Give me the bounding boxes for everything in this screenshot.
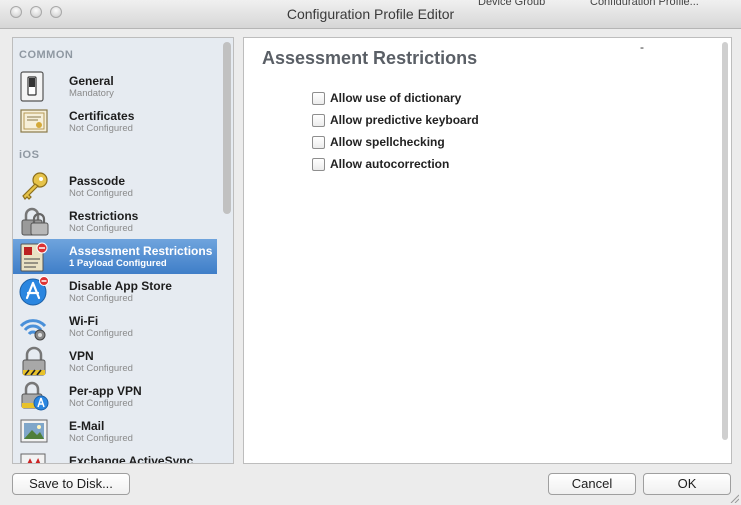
sidebar-item-disable-app-store[interactable]: Disable App Store Not Configured <box>13 274 217 309</box>
email-icon <box>20 419 48 443</box>
sidebar-item-label: Certificates <box>69 109 135 123</box>
cancel-button[interactable]: Cancel <box>548 473 636 495</box>
section-header-ios: iOS <box>19 149 40 161</box>
sidebar-item-label: Restrictions <box>69 209 139 223</box>
option-label[interactable]: Allow spellchecking <box>330 135 445 149</box>
sidebar-item-status: Not Configured <box>69 398 133 409</box>
sidebar-item-status: Not Configured <box>69 188 133 199</box>
sidebar-item-status: Not Configured <box>69 328 133 339</box>
wifi-icon <box>19 319 47 341</box>
padlock-icon <box>21 207 49 236</box>
window-title: Configuration Profile Editor <box>286 6 455 22</box>
sidebar-item-status: Not Configured <box>69 293 133 304</box>
sidebar-item-label: General <box>69 74 114 88</box>
sidebar-item-label: VPN <box>69 349 94 363</box>
sidebar-item-assessment-restrictions[interactable]: Assessment Restrictions 1 Payload Config… <box>13 239 217 274</box>
sidebar-item-passcode[interactable]: Passcode Not Configured <box>13 169 217 204</box>
allow-autocorrection-checkbox[interactable] <box>312 158 325 171</box>
background-window-text-right: Configuration Profile... <box>590 0 699 5</box>
sidebar-item-status: Not Configured <box>69 123 133 134</box>
sidebar-item-label: Per-app VPN <box>69 384 142 398</box>
sidebar-item-general[interactable]: General Mandatory <box>13 69 217 104</box>
option-label[interactable]: Allow autocorrection <box>330 157 449 171</box>
vpn-lock-icon <box>22 346 46 376</box>
section-header-common: COMMON <box>19 49 74 61</box>
sidebar-item-status: 1 Payload Configured <box>69 258 167 269</box>
ok-button[interactable]: OK <box>643 473 731 495</box>
sidebar-item-wifi[interactable]: Wi-Fi Not Configured <box>13 309 217 344</box>
resize-grip-icon[interactable] <box>729 493 739 503</box>
sidebar-item-email[interactable]: E-Mail Not Configured <box>13 414 217 449</box>
sidebar-item-label: Wi-Fi <box>69 314 99 328</box>
payload-settings-panel: Assessment Restrictions - Allow use of d… <box>243 37 732 464</box>
sidebar-scrollbar[interactable] <box>223 38 231 463</box>
app-store-icon <box>19 276 49 306</box>
payload-sidebar[interactable]: COMMON General Mandatory Certificates No… <box>12 37 234 464</box>
sidebar-item-label: Passcode <box>69 174 126 188</box>
page-title: Assessment Restrictions <box>262 48 478 68</box>
option-label[interactable]: Allow predictive keyboard <box>330 113 479 127</box>
save-to-disk-button[interactable]: Save to Disk... <box>12 473 130 495</box>
option-label[interactable]: Allow use of dictionary <box>330 91 461 105</box>
sidebar-item-certificates[interactable]: Certificates Not Configured <box>13 104 217 139</box>
certificate-icon <box>20 109 48 133</box>
allow-spellchecking-checkbox[interactable] <box>312 136 325 149</box>
sidebar-item-label: E-Mail <box>69 419 105 433</box>
sidebar-item-status: Not Configured <box>69 363 133 374</box>
sidebar-item-label: Disable App Store <box>69 279 172 293</box>
sidebar-item-exchange-activesync[interactable]: Exchange ActiveSync <box>13 449 217 464</box>
sidebar-item-status: Mandatory <box>69 88 114 99</box>
configuration-profile-editor-window: Device Group Configuration Profile... Co… <box>0 0 741 505</box>
sidebar-item-status: Not Configured <box>69 223 133 234</box>
sidebar-item-restrictions[interactable]: Restrictions Not Configured <box>13 204 217 239</box>
sidebar-item-label: Exchange ActiveSync <box>69 454 194 464</box>
assessment-icon <box>20 242 48 272</box>
sidebar-item-status: Not Configured <box>69 433 133 444</box>
sidebar-scroll-thumb[interactable] <box>223 42 231 214</box>
per-app-vpn-icon <box>21 381 49 411</box>
sidebar-item-label: Assessment Restrictions <box>69 244 213 258</box>
sidebar-item-per-app-vpn[interactable]: Per-app VPN Not Configured <box>13 379 217 414</box>
exchange-icon <box>20 453 46 463</box>
key-icon <box>22 172 48 200</box>
allow-dictionary-checkbox[interactable] <box>312 92 325 105</box>
title-bar[interactable]: Device Group Configuration Profile... Co… <box>0 0 741 29</box>
background-window-text: Device Group <box>478 0 545 5</box>
main-scrollbar[interactable] <box>722 42 728 440</box>
allow-predictive-keyboard-checkbox[interactable] <box>312 114 325 127</box>
sidebar-item-vpn[interactable]: VPN Not Configured <box>13 344 217 379</box>
collapse-indicator[interactable]: - <box>640 40 644 54</box>
switch-icon <box>20 71 44 102</box>
